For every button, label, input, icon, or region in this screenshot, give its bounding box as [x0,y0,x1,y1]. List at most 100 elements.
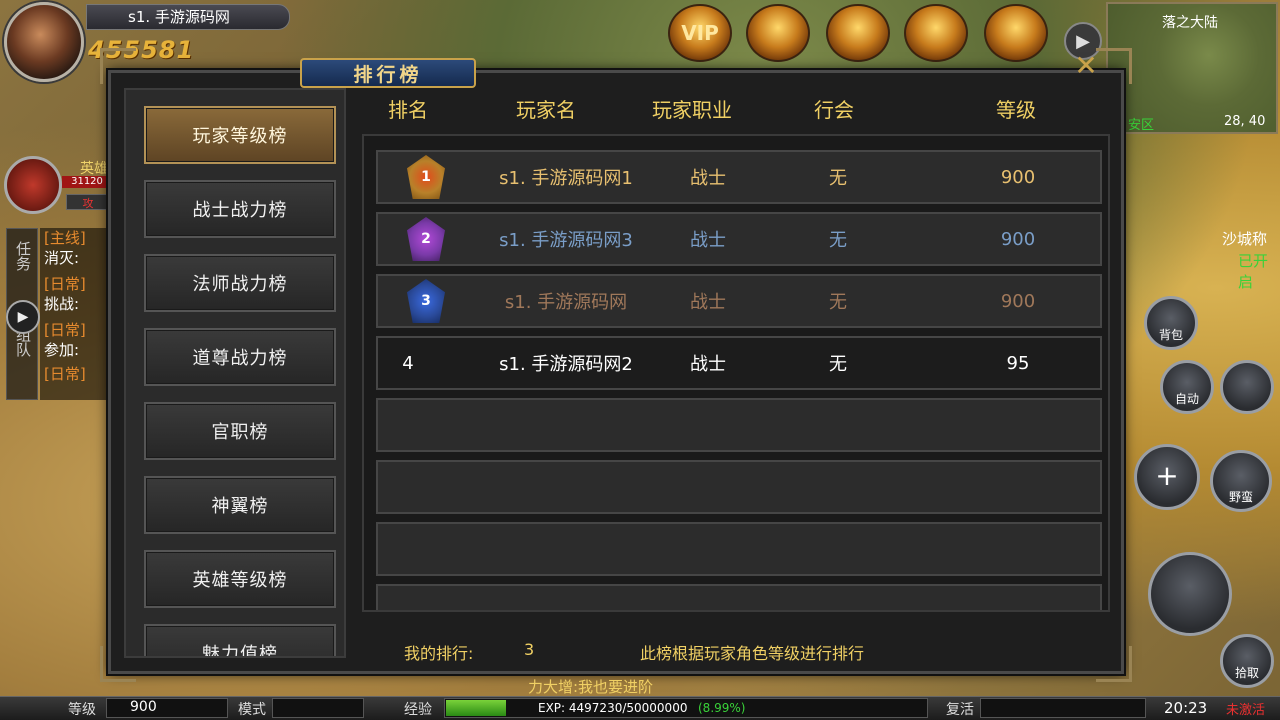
quest-item[interactable]: [日常] [40,274,112,294]
level-cell: 900 [1000,166,1036,188]
tab-wings[interactable]: 神翼榜 [144,476,336,534]
level-label: 等级 [68,702,96,718]
column-header-name: 玩家名 [516,98,576,122]
level-box [106,698,228,718]
sand-city-label: 沙城称 [1222,230,1268,248]
quest-text: 消灭: [44,249,80,267]
add-skill-icon[interactable]: + [1134,444,1200,510]
exp-label: 经验 [404,702,432,718]
rank-cell: 4 [402,352,414,374]
table-row[interactable]: 2 s1. 手游源码网3 战士 无 900 [376,212,1102,266]
chat-ticker: 力大增:我也要进阶 [528,678,654,696]
rank-number: 3 [421,293,431,309]
tab-player-level[interactable]: 玩家等级榜 [144,106,336,164]
vip-crown-icon[interactable]: VIP [668,4,732,62]
quest-item-text: 消灭: [40,248,112,268]
quest-type: [日常] [44,275,86,293]
player-name-cell: s1. 手游源码网1 [499,168,633,189]
wild-charge-button[interactable]: 野蛮 [1210,450,1272,512]
wild-label: 野蛮 [1228,490,1253,504]
table-row[interactable]: 3 s1. 手游源码网 战士 无 900 [376,274,1102,328]
corner-ornament [1096,646,1132,682]
auto-button[interactable]: 自动 [1160,360,1214,414]
tab-taoist-power[interactable]: 道尊战力榜 [144,328,336,386]
quest-item[interactable]: [日常] [40,320,112,340]
mode-box[interactable] [272,698,364,718]
corner-ornament [100,48,136,84]
map-zone: 安区 [1128,118,1155,133]
pickup-label: 拾取 [1234,666,1259,680]
guild-cell: 无 [829,292,847,313]
quest-list: [主线] 消灭: [日常] 挑战: [日常] 参加: [日常] [40,228,112,400]
hero-avatar[interactable] [4,156,62,214]
tab-warrior-power[interactable]: 战士战力榜 [144,180,336,238]
level-value: 900 [130,699,157,715]
map-name: 落之大陆 [1162,15,1218,31]
panel-title: 排行榜 [300,58,476,88]
empty-row [376,398,1102,452]
player-name-cell: s1. 手游源码网2 [499,354,633,375]
table-row[interactable]: 1 s1. 手游源码网1 战士 无 900 [376,150,1102,204]
table-row[interactable]: 4 s1. 手游源码网2 战士 无 95 [376,336,1102,390]
class-cell: 战士 [690,168,726,189]
rank-number: 1 [421,169,431,185]
quest-type: [主线] [44,229,86,247]
my-rank-label: 我的排行: [404,644,474,663]
mode-label: 模式 [238,702,266,718]
my-rank-value: 3 [524,640,535,659]
close-icon[interactable]: ✕ [1068,49,1104,82]
tab-task[interactable]: 任务 [13,241,34,271]
vip-label: VIP [681,21,719,45]
empty-row [376,584,1102,610]
tab-official-rank[interactable]: 官职榜 [144,402,336,460]
player-name: s1. 手游源码网 [128,8,230,26]
quest-text: 参加: [44,341,80,359]
bag-label: 背包 [1158,328,1183,342]
cannon-icon[interactable] [904,4,968,62]
tab-hero-level[interactable]: 英雄等级榜 [144,550,336,608]
red-pouch-icon[interactable] [984,4,1048,62]
rank-number: 2 [421,231,431,247]
quest-type: [日常] [44,365,86,383]
ranking-table: 1 s1. 手游源码网1 战士 无 900 2 s1. 手游源码网3 战士 无 … [362,134,1110,612]
pickup-button[interactable]: 拾取 [1220,634,1274,688]
empty-row [376,522,1102,576]
column-header-level: 等级 [996,98,1036,122]
empty-row [376,460,1102,514]
treasure-chest-icon[interactable] [746,4,810,62]
class-cell: 战士 [690,354,726,375]
ranking-note: 此榜根据玩家角色等级进行排行 [640,644,865,663]
level-cell: 900 [1000,228,1036,250]
clock: 20:23 [1164,699,1208,717]
play-arrow-icon[interactable]: ▶ [6,300,40,334]
quest-item[interactable]: [主线] [40,228,112,248]
revive-box[interactable] [980,698,1146,718]
blue-medal-icon: 3 [407,279,445,323]
tab-charm[interactable]: 魅力值榜 [144,624,336,656]
tab-mage-power[interactable]: 法师战力榜 [144,254,336,312]
hero-attack-mode[interactable]: 攻 [66,194,110,210]
quest-text: 挑战: [44,295,80,313]
bag-button[interactable]: 背包 [1144,296,1198,350]
guild-cell: 无 [829,354,847,375]
exp-bar-fill [446,700,506,716]
level-cell: 900 [1000,290,1036,312]
player-avatar[interactable] [4,2,84,82]
quest-item[interactable]: [日常] [40,364,112,384]
sword-attack-icon[interactable] [1148,552,1232,636]
column-header-rank: 排名 [388,98,428,122]
purple-medal-icon: 2 [407,217,445,261]
hero-label: 英雄 [80,161,108,177]
player-name-cell: s1. 手游源码网3 [499,230,633,251]
class-cell: 战士 [690,230,726,251]
gift-box-icon[interactable] [826,4,890,62]
exp-percent: (8.99%) [698,701,746,715]
skill-slot-icon[interactable] [1220,360,1274,414]
level-cell: 95 [1006,352,1030,374]
event-opened-label: 已开启 [1238,252,1269,291]
quest-item-text: 参加: [40,340,112,360]
player-name-cell: s1. 手游源码网 [504,292,628,313]
hero-hp: 31120 [62,176,112,188]
activation-status[interactable]: 未激活 [1226,699,1265,718]
column-header-class: 玩家职业 [652,98,732,122]
